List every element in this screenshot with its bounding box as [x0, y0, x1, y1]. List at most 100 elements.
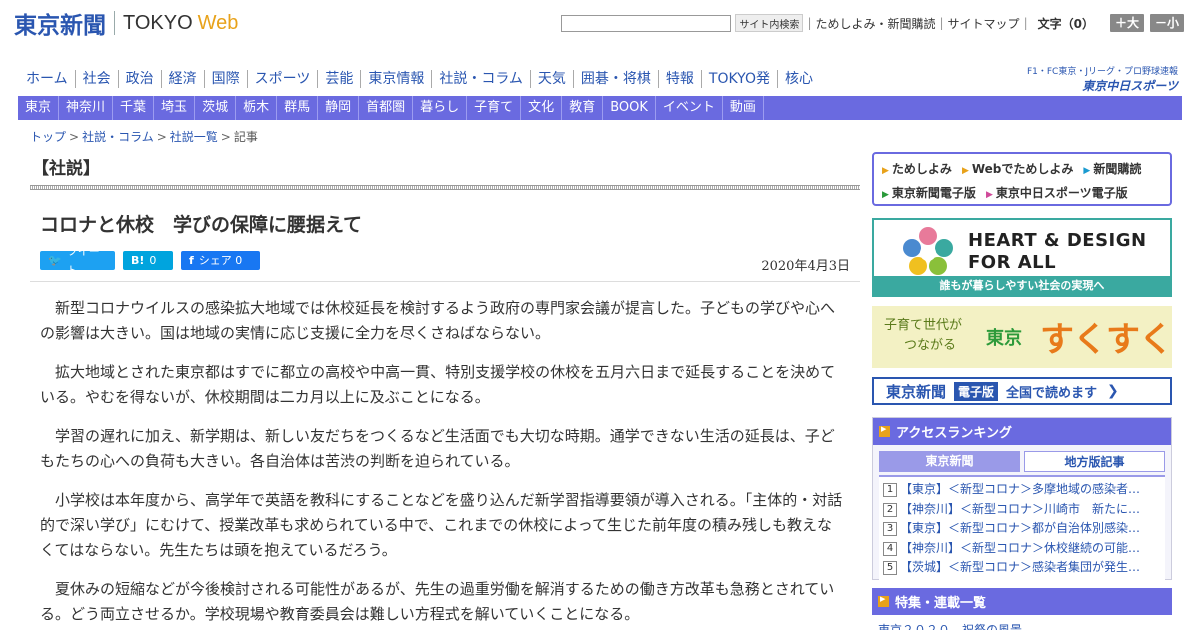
ranking-item[interactable]: 3 【東京】＜新型コロナ＞都が自治体別感染…: [883, 519, 1161, 539]
region-living[interactable]: 暮らし: [413, 96, 468, 120]
tweet-button[interactable]: 🐦 ツイート: [40, 245, 115, 277]
sports-tagline: F1・FC東京・Jリーグ・プロ野球速報: [1026, 67, 1178, 77]
heart-design-banner[interactable]: HEART & DESIGN FOR ALL 誰もが暮らしやすい社会の実現へ: [872, 218, 1172, 297]
nav-go-shogi[interactable]: 囲碁・将棋: [574, 70, 659, 88]
nav-entertainment[interactable]: 芸能: [318, 70, 362, 88]
arrow-icon: ▶: [985, 190, 993, 200]
sukusuku-logo: すくすく: [1040, 320, 1173, 360]
breadcrumb-separator: >: [220, 130, 231, 144]
region-nav: 東京 神奈川 千葉 埼玉 茨城 栃木 群馬 静岡 首都圏 暮らし 子育て 文化 …: [18, 96, 1182, 120]
arrow-icon: ▶: [1083, 166, 1091, 176]
chevron-right-icon: ❯: [1107, 383, 1119, 399]
region-shizuoka[interactable]: 静岡: [318, 96, 360, 120]
breadcrumb: トップ > 社説・コラム > 社説一覧 > 記事: [30, 128, 258, 145]
region-tochigi[interactable]: 栃木: [236, 96, 278, 120]
nav-editorial-column[interactable]: 社説・コラム: [432, 70, 531, 88]
site-search-button[interactable]: サイト内検索: [735, 14, 804, 32]
orange-square-icon: [879, 425, 890, 437]
hatena-bookmark-button[interactable]: B! 0: [123, 251, 173, 270]
logo-english: TOKYO: [123, 11, 193, 34]
sukusuku-line2: つながる: [904, 338, 957, 353]
region-video[interactable]: 動画: [723, 96, 764, 120]
region-tokyo[interactable]: 東京: [18, 96, 60, 120]
article-paragraph: 新型コロナウイルスの感染拡大地域では休校延長を検討するよう政府の専門家会議が提言…: [40, 299, 836, 342]
nav-sports[interactable]: スポーツ: [248, 70, 319, 88]
region-chiba[interactable]: 千葉: [113, 96, 155, 120]
promo-sports-digital-link[interactable]: ▶ 東京中日スポーツ電子版: [986, 182, 1128, 206]
ranking-tabs: 東京新聞 地方版記事: [879, 451, 1165, 472]
breadcrumb-editorial-column[interactable]: 社説・コラム: [82, 130, 154, 144]
article-body: 新型コロナウイルスの感染拡大地域では休校延長を検討するよう政府の専門家会議が提言…: [40, 296, 845, 641]
ranking-item[interactable]: 1 【東京】＜新型コロナ＞多摩地域の感染者…: [883, 480, 1161, 500]
nav-special-report[interactable]: 特報: [659, 70, 702, 88]
facebook-label: シェア 0: [198, 254, 243, 267]
promo-label: Webでためしよみ: [971, 162, 1074, 176]
font-size-down-button[interactable]: －小: [1149, 14, 1184, 32]
sports-logo-text: 東京中日スポーツ: [1082, 79, 1178, 93]
arrow-icon: ▶: [882, 190, 889, 200]
promo-subscribe-link[interactable]: ▶ 新聞購読: [1083, 158, 1141, 182]
promo-row: ▶ 東京新聞電子版 ▶ 東京中日スポーツ電子版: [882, 182, 1162, 206]
features-header: 特集・連載一覧: [872, 588, 1172, 615]
article-paragraph: 学習の遅れに加え、新学期は、新しい友だちをつくるなど生活面でも大切な時期。通学で…: [40, 427, 835, 470]
promo-trial-link[interactable]: ▶ ためしよみ: [882, 158, 952, 182]
ranking-item-text: 【東京】＜新型コロナ＞多摩地域の感染者…: [900, 482, 1141, 496]
section-divider: [30, 185, 860, 190]
nav-core[interactable]: 核心: [778, 70, 820, 88]
region-saitama[interactable]: 埼玉: [154, 96, 196, 120]
sitemap-link[interactable]: サイトマップ: [948, 15, 1020, 32]
hatena-b-icon: B!: [131, 254, 145, 267]
nav-politics[interactable]: 政治: [119, 70, 162, 88]
heart-design-text: HEART & DESIGN FOR ALL: [968, 230, 1147, 274]
region-metro[interactable]: 首都圏: [359, 96, 414, 120]
rank-number: 1: [883, 483, 897, 497]
ranking-item[interactable]: 4 【神奈川】＜新型コロナ＞休校継続の可能…: [883, 539, 1161, 559]
article-paragraph: 小学校は本年度から、高学年で英語を教科にすることなどを盛り込んだ新学習指導要領が…: [40, 491, 843, 559]
nav-weather[interactable]: 天気: [531, 70, 574, 88]
ranking-item-text: 【茨城】＜新型コロナ＞感染者集団が発生…: [900, 560, 1141, 574]
digital-edition-banner[interactable]: 東京新聞 電子版 全国で読めます ❯: [872, 377, 1172, 405]
promo-label: 新聞購読: [1093, 162, 1142, 176]
sukusuku-banner[interactable]: 子育て世代が つながる 東京 すくすく: [872, 306, 1173, 368]
font-size-up-button[interactable]: ＋大: [1109, 14, 1144, 32]
sukusuku-tokyo: 東京: [986, 328, 1022, 349]
region-parenting[interactable]: 子育て: [467, 96, 522, 120]
promo-digital-link[interactable]: ▶ 東京新聞電子版: [882, 182, 976, 206]
nav-economy[interactable]: 経済: [162, 70, 205, 88]
chunichi-sports-link[interactable]: F1・FC東京・Jリーグ・プロ野球速報 東京中日スポーツ: [1027, 64, 1178, 94]
nav-tokyo-info[interactable]: 東京情報: [361, 70, 433, 88]
nav-tokyo-hatsu[interactable]: TOKYO発: [702, 70, 778, 88]
region-book[interactable]: BOOK: [603, 96, 656, 120]
orange-square-icon: [878, 595, 889, 607]
tab-tokyo-shimbun[interactable]: 東京新聞: [879, 451, 1020, 472]
promo-web-trial-link[interactable]: ▶ Webでためしよみ: [962, 158, 1073, 182]
region-education[interactable]: 教育: [562, 96, 604, 120]
region-ibaraki[interactable]: 茨城: [195, 96, 237, 120]
logo-japanese: 東京新聞: [14, 12, 106, 39]
region-gunma[interactable]: 群馬: [277, 96, 319, 120]
site-logo[interactable]: 東京新聞 TOKYO Web: [14, 8, 238, 39]
nav-international[interactable]: 国際: [205, 70, 248, 88]
breadcrumb-editorial-list[interactable]: 社説一覧: [170, 130, 218, 144]
feature-item[interactable]: 東京２０２０ 祝祭の風景: [878, 621, 1168, 630]
ranking-item[interactable]: 5 【茨城】＜新型コロナ＞感染者集団が発生…: [883, 558, 1161, 578]
tab-regional[interactable]: 地方版記事: [1024, 451, 1165, 472]
region-event[interactable]: イベント: [656, 96, 723, 120]
heart-line2: FOR ALL: [968, 252, 1057, 273]
nav-society[interactable]: 社会: [76, 70, 119, 88]
region-kanagawa[interactable]: 神奈川: [59, 96, 114, 120]
trial-subscribe-link[interactable]: ためしよみ・新聞購読: [815, 15, 935, 32]
ranking-item[interactable]: 2 【神奈川】＜新型コロナ＞川崎市 新たに…: [883, 500, 1161, 520]
facebook-share-button[interactable]: f シェア 0: [181, 251, 260, 270]
utility-bar: サイト内検索 | ためしよみ・新聞購読 | サイトマップ | 文字（0） ＋大 …: [561, 14, 1184, 32]
sukusuku-tagline: 子育て世代が つながる: [884, 316, 962, 356]
flower-logo-icon: [903, 227, 953, 275]
region-culture[interactable]: 文化: [521, 96, 563, 120]
digital-logo: 東京新聞: [886, 382, 947, 401]
hatena-count: 0: [149, 254, 157, 267]
divider: |: [1023, 16, 1028, 30]
breadcrumb-top[interactable]: トップ: [30, 130, 66, 144]
site-search-input[interactable]: [561, 14, 732, 32]
divider: |: [939, 16, 944, 30]
nav-home[interactable]: ホーム: [18, 70, 76, 88]
